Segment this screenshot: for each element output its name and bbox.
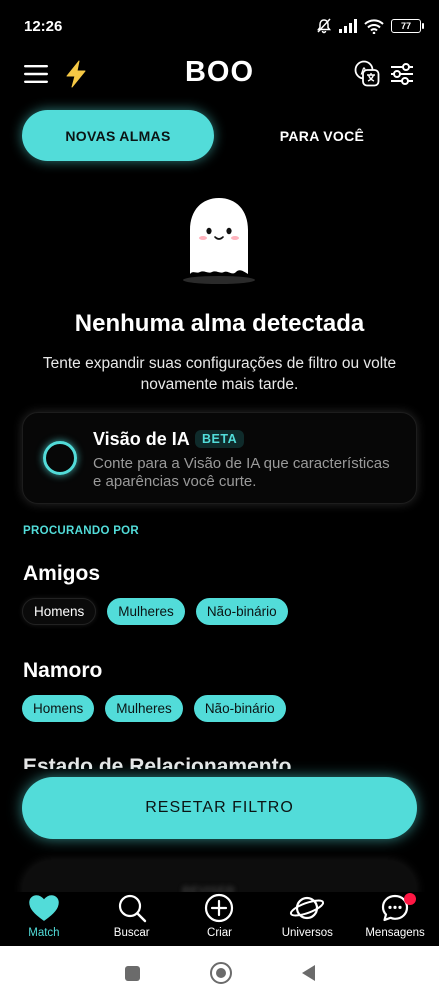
beta-badge: BETA [195,430,245,448]
chip-dating-women[interactable]: Mulheres [105,695,183,722]
ai-vision-description: Conte para a Visão de IA que característ… [93,455,390,490]
home-icon[interactable] [209,962,232,984]
empty-state-title: Nenhuma alma detectada [74,310,365,337]
bottom-nav: Match Buscar Criar Universos Mensagens [0,892,439,944]
lightning-icon[interactable] [64,60,88,88]
chip-friends-women[interactable]: Mulheres [107,598,185,625]
nav-search[interactable]: Buscar [88,892,176,944]
nav-create[interactable]: Criar [176,892,264,944]
nav-create-label: Criar [207,927,232,939]
nav-universes-label: Universos [281,927,333,939]
filter-sliders-icon[interactable] [390,62,414,86]
ghost-illustration [183,198,255,284]
nav-messages-label: Mensagens [365,927,425,939]
section-label-looking-for: PROCURANDO POR [23,525,140,537]
battery-icon: 77 [391,19,424,33]
chip-friends-nonbinary[interactable]: Não-binário [195,598,288,625]
empty-state-subtitle: Tente expandir suas configurações de fil… [42,355,397,393]
mute-bell-icon [317,18,331,34]
chip-dating-nonbinary[interactable]: Não-binário [193,695,286,722]
chip-dating-men[interactable]: Homens [22,695,95,722]
status-bar: 12:26 77 [0,0,439,52]
menu-icon[interactable] [24,64,48,84]
search-icon [118,894,146,923]
heart-icon [29,895,59,921]
app-bar: BOO A [0,52,439,96]
chips-dating: Homens Mulheres Não-binário [22,695,286,722]
status-icons: 77 [316,18,424,34]
nav-messages[interactable]: Mensagens [351,892,439,944]
partial-section-title: Estado de Relacionamento [23,755,292,769]
system-nav-bar [0,946,439,1000]
tab-novas-almas[interactable]: NOVAS ALMAS [22,110,214,161]
wifi-icon [364,18,384,34]
recent-apps-icon[interactable] [124,965,140,981]
nav-match[interactable]: Match [0,892,88,944]
reset-filter-button[interactable]: RESETAR FILTRO [22,777,417,839]
battery-level: 77 [400,21,411,31]
feed-tabs: NOVAS ALMAS PARA VOCÊ [22,110,418,161]
tab-para-voce[interactable]: PARA VOCÊ [226,110,418,161]
planet-icon [290,896,325,920]
status-time: 12:26 [24,17,63,35]
chips-friends: Homens Mulheres Não-binário [22,598,288,625]
group-title-dating: Namoro [23,659,103,682]
nav-search-label: Buscar [113,927,150,939]
ai-vision-card[interactable]: Visão de IA BETA Conte para a Visão de I… [22,412,417,504]
group-title-friends: Amigos [23,562,101,585]
ai-vision-title: Visão de IA [93,429,190,449]
notification-badge [404,893,417,905]
translate-icon[interactable]: A [354,60,380,88]
plus-circle-icon [205,893,234,923]
ai-vision-ring-icon [43,441,77,475]
back-icon[interactable] [301,965,315,981]
signal-icon [339,19,357,33]
chip-friends-men[interactable]: Homens [22,598,97,625]
nav-universes[interactable]: Universos [263,892,351,944]
nav-match-label: Match [28,927,60,939]
